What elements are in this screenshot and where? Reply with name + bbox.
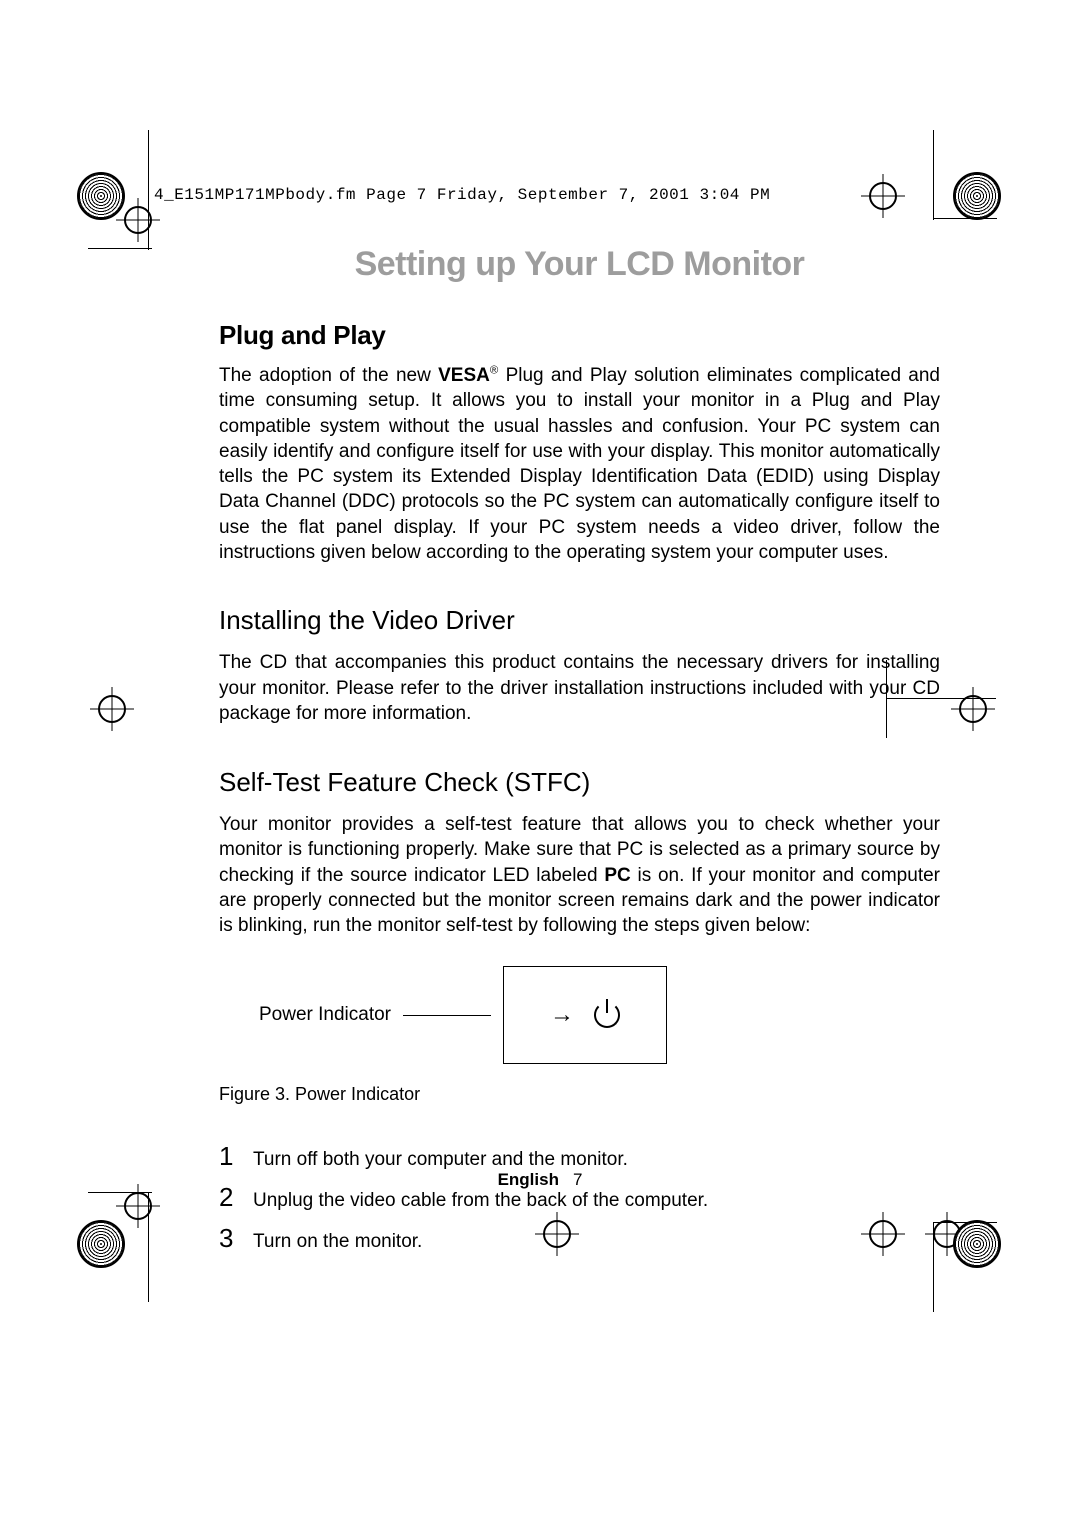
reg-cross-top-right — [869, 182, 897, 210]
reg-mark-top-right — [953, 172, 1001, 220]
page-footer: English 7 — [0, 1170, 1080, 1190]
figure-3-box: → — [503, 966, 667, 1064]
para-install-driver: The CD that accompanies this product con… — [219, 650, 940, 727]
footer-page-num: 7 — [573, 1170, 582, 1189]
step-1-text: Turn off both your computer and the moni… — [253, 1149, 628, 1171]
para-plug-and-play: The adoption of the new VESA® Plug and P… — [219, 363, 940, 565]
step-list: 1 Turn off both your computer and the mo… — [219, 1141, 940, 1254]
figure-3-leader-line — [403, 1015, 491, 1016]
hair-h-tr — [933, 218, 997, 219]
reg-cross-mid-right — [959, 695, 987, 723]
content-area: Setting up Your LCD Monitor Plug and Pla… — [219, 225, 940, 1264]
hair-v-tr — [933, 130, 934, 220]
arrow-icon: → — [550, 1001, 574, 1029]
reg-mark-bot-right — [953, 1220, 1001, 1268]
figure-3-label: Power Indicator — [259, 1004, 391, 1026]
hair-h-tl — [88, 248, 152, 249]
page-root: 4_E151MP171MPbody.fm Page 7 Friday, Sept… — [0, 0, 1080, 1528]
hair-v-bl — [148, 1192, 149, 1302]
chapter-title: Setting up Your LCD Monitor — [219, 245, 940, 284]
reg-mark-top-left — [77, 172, 125, 220]
step-3-num: 3 — [219, 1223, 239, 1254]
reg-mark-bot-left — [77, 1220, 125, 1268]
hair-h-br — [933, 1222, 997, 1223]
vesa-bold: VESA — [438, 365, 490, 386]
para-plug-and-play-b: Plug and Play solution eliminates compli… — [219, 365, 940, 563]
step-1: 1 Turn off both your computer and the mo… — [219, 1141, 940, 1172]
heading-stfc: Self-Test Feature Check (STFC) — [219, 767, 940, 798]
step-3: 3 Turn on the monitor. — [219, 1223, 940, 1254]
footer-lang: English — [498, 1170, 559, 1189]
power-icon — [594, 1002, 620, 1028]
registered-icon: ® — [490, 365, 498, 377]
heading-install-driver: Installing the Video Driver — [219, 605, 940, 636]
reg-cross-mid-left — [98, 695, 126, 723]
pc-bold: PC — [604, 865, 630, 886]
step-2-text: Unplug the video cable from the back of … — [253, 1190, 708, 1212]
hair-v-tl — [148, 130, 149, 250]
heading-plug-and-play: Plug and Play — [219, 320, 940, 351]
figure-3: Power Indicator → — [259, 966, 940, 1064]
running-header: 4_E151MP171MPbody.fm Page 7 Friday, Sept… — [154, 186, 770, 204]
hair-h-bl — [88, 1192, 152, 1193]
step-1-num: 1 — [219, 1141, 239, 1172]
figure-3-caption: Figure 3. Power Indicator — [219, 1084, 940, 1105]
para-plug-and-play-a: The adoption of the new — [219, 365, 438, 386]
step-3-text: Turn on the monitor. — [253, 1231, 422, 1253]
para-stfc: Your monitor provides a self-test featur… — [219, 812, 940, 938]
